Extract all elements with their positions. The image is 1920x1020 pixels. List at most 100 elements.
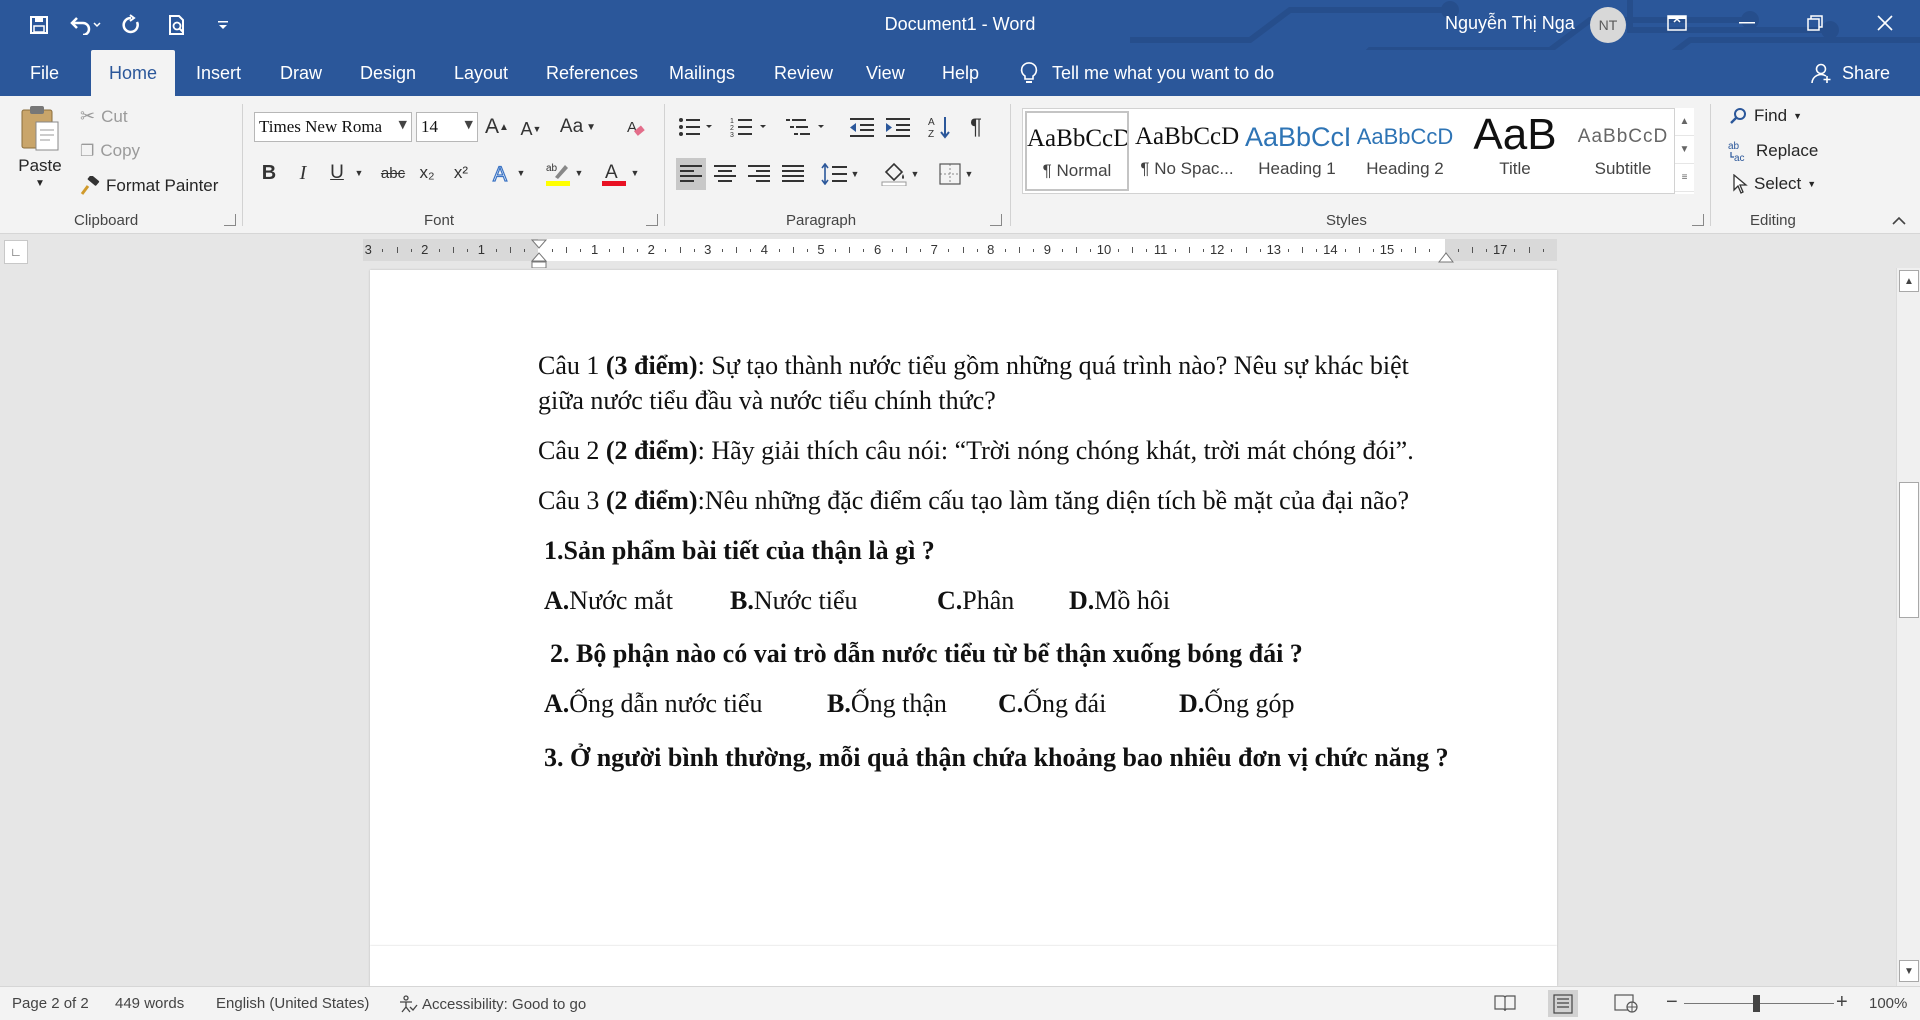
language-indicator[interactable]: English (United States) bbox=[216, 995, 369, 1012]
sort-icon[interactable]: AZ bbox=[926, 112, 954, 142]
align-center-icon[interactable] bbox=[710, 158, 740, 190]
subscript-button[interactable]: x₂ bbox=[414, 158, 440, 188]
decrease-indent-icon[interactable] bbox=[848, 112, 876, 142]
font-color-button[interactable]: A ▼ bbox=[598, 158, 642, 188]
align-left-icon[interactable] bbox=[676, 158, 706, 190]
strikethrough-button[interactable]: abc bbox=[376, 158, 410, 188]
clipboard-dialog-launcher[interactable] bbox=[224, 214, 236, 226]
find-button[interactable]: Find ▼ bbox=[1730, 106, 1802, 126]
tab-layout[interactable]: Layout bbox=[446, 50, 516, 96]
tab-view[interactable]: View bbox=[858, 50, 913, 96]
tab-home[interactable]: Home bbox=[91, 50, 176, 96]
user-name[interactable]: Nguyễn Thị Nga bbox=[1445, 13, 1575, 34]
share-button[interactable]: Share bbox=[1810, 50, 1890, 96]
gallery-up-icon[interactable]: ▲ bbox=[1675, 108, 1694, 136]
tab-references[interactable]: References bbox=[538, 50, 646, 96]
tab-review[interactable]: Review bbox=[766, 50, 841, 96]
copy-button[interactable]: ❐ Copy bbox=[80, 141, 140, 161]
cursor-icon bbox=[1733, 174, 1748, 194]
bold-button[interactable]: B bbox=[256, 158, 282, 188]
tab-design[interactable]: Design bbox=[352, 50, 424, 96]
ruler-tick bbox=[849, 247, 851, 253]
accessibility-checker[interactable]: Accessibility: Good to go bbox=[398, 994, 586, 1014]
tab-help[interactable]: Help bbox=[934, 50, 987, 96]
web-layout-icon[interactable] bbox=[1614, 993, 1638, 1017]
paste-button[interactable]: Paste ▼ bbox=[18, 104, 62, 189]
borders-button[interactable]: ▼ bbox=[934, 158, 978, 190]
style-normal[interactable]: AaBbCcDd ¶ Normal bbox=[1025, 111, 1129, 191]
gallery-down-icon[interactable]: ▼ bbox=[1675, 136, 1694, 164]
chevron-down-icon[interactable]: ▼ bbox=[399, 118, 407, 131]
close-button[interactable] bbox=[1854, 0, 1916, 46]
document-page[interactable]: Câu 1 (3 điểm): Sự tạo thành nước tiểu g… bbox=[370, 270, 1557, 946]
tab-selector[interactable]: ∟ bbox=[4, 240, 28, 264]
format-painter-button[interactable]: Format Painter bbox=[80, 176, 218, 196]
borders-icon bbox=[938, 163, 961, 185]
tab-mailings[interactable]: Mailings bbox=[661, 50, 743, 96]
page-count[interactable]: Page 2 of 2 bbox=[12, 995, 89, 1012]
select-button[interactable]: Select ▼ bbox=[1732, 174, 1816, 194]
superscript-button[interactable]: x² bbox=[448, 158, 474, 188]
restore-button[interactable] bbox=[1784, 0, 1846, 46]
style-subtitle[interactable]: AaBbCcD Subtitle bbox=[1571, 111, 1675, 191]
styles-dialog-launcher[interactable] bbox=[1692, 214, 1704, 226]
align-right-icon[interactable] bbox=[744, 158, 774, 190]
read-mode-icon[interactable] bbox=[1494, 993, 1516, 1017]
style-no-spacing[interactable]: AaBbCcDd ¶ No Spac... bbox=[1135, 111, 1239, 191]
highlight-color-button[interactable]: ab ▼ bbox=[542, 158, 586, 188]
change-case-button[interactable]: Aa ▼ bbox=[556, 112, 600, 142]
chevron-down-icon[interactable]: ▼ bbox=[465, 118, 473, 131]
collapse-ribbon-icon[interactable] bbox=[1886, 210, 1912, 230]
underline-button[interactable]: U bbox=[324, 158, 350, 188]
gallery-more-icon[interactable]: ≡ bbox=[1675, 164, 1694, 192]
chevron-down-icon[interactable]: ▼ bbox=[1807, 179, 1816, 189]
paste-dropdown-icon[interactable]: ▼ bbox=[35, 178, 45, 189]
ribbon-display-options-button[interactable] bbox=[1646, 0, 1708, 46]
scroll-up-icon[interactable]: ▲ bbox=[1899, 270, 1919, 292]
chevron-down-icon[interactable]: ▼ bbox=[1793, 111, 1802, 121]
avatar[interactable]: NT bbox=[1590, 7, 1626, 43]
scroll-thumb[interactable] bbox=[1899, 482, 1919, 618]
grow-font-icon[interactable]: A ▲ bbox=[484, 112, 510, 142]
vertical-scrollbar[interactable]: ▲ ▼ bbox=[1896, 268, 1920, 986]
zoom-level[interactable]: 100% bbox=[1869, 995, 1907, 1012]
numbering-button[interactable]: 123 bbox=[728, 112, 770, 142]
increase-indent-icon[interactable] bbox=[884, 112, 912, 142]
bullets-button[interactable] bbox=[676, 112, 716, 142]
italic-button[interactable]: I bbox=[290, 158, 316, 188]
text-effects-button[interactable]: A ▼ bbox=[488, 158, 528, 188]
clear-formatting-icon[interactable]: A bbox=[622, 112, 650, 142]
style-heading-1[interactable]: AaBbCcD Heading 1 bbox=[1245, 111, 1349, 191]
tab-insert[interactable]: Insert bbox=[188, 50, 249, 96]
font-name-combo[interactable]: Times New Roma ▼ bbox=[254, 112, 412, 142]
line-spacing-button[interactable]: ▼ bbox=[818, 158, 862, 190]
underline-dropdown-icon[interactable]: ▼ bbox=[352, 162, 366, 184]
print-layout-icon[interactable] bbox=[1548, 990, 1578, 1017]
font-dialog-launcher[interactable] bbox=[646, 214, 658, 226]
cut-button[interactable]: ✂ Cut bbox=[80, 106, 128, 127]
shading-button[interactable]: ▼ bbox=[878, 158, 922, 190]
zoom-slider-thumb[interactable] bbox=[1753, 995, 1760, 1012]
document-body[interactable]: Câu 1 (3 điểm): Sự tạo thành nước tiểu g… bbox=[538, 348, 1460, 791]
shrink-font-icon[interactable]: A ▼ bbox=[518, 114, 544, 144]
tell-me-search[interactable]: Tell me what you want to do bbox=[1020, 50, 1274, 96]
tab-file[interactable]: File bbox=[22, 50, 67, 96]
style-heading-2[interactable]: AaBbCcD Heading 2 bbox=[1353, 111, 1457, 191]
horizontal-ruler[interactable]: 3 2 1 1 2 3 4 5 6 7 8 9 10 11 12 13 14 15 17 bbox=[363, 239, 1557, 269]
multilevel-list-button[interactable] bbox=[784, 112, 828, 142]
tab-draw[interactable]: Draw bbox=[272, 50, 330, 96]
first-line-indent-marker[interactable] bbox=[531, 239, 547, 269]
scroll-down-icon[interactable]: ▼ bbox=[1899, 960, 1919, 982]
zoom-out-icon[interactable]: − bbox=[1666, 991, 1678, 1014]
word-count[interactable]: 449 words bbox=[115, 995, 184, 1012]
font-size-combo[interactable]: 14 ▼ bbox=[416, 112, 478, 142]
style-title[interactable]: AaB Title bbox=[1463, 111, 1567, 191]
right-indent-marker[interactable] bbox=[1438, 251, 1454, 263]
justify-icon[interactable] bbox=[778, 158, 808, 190]
replace-button[interactable]: ab ac Replace bbox=[1728, 140, 1818, 162]
paragraph-dialog-launcher[interactable] bbox=[990, 214, 1002, 226]
minimize-button[interactable] bbox=[1716, 0, 1778, 46]
show-formatting-marks-icon[interactable]: ¶ bbox=[962, 112, 990, 142]
zoom-in-icon[interactable]: + bbox=[1836, 991, 1848, 1014]
style-preview: AaBbCcD bbox=[1577, 126, 1669, 147]
